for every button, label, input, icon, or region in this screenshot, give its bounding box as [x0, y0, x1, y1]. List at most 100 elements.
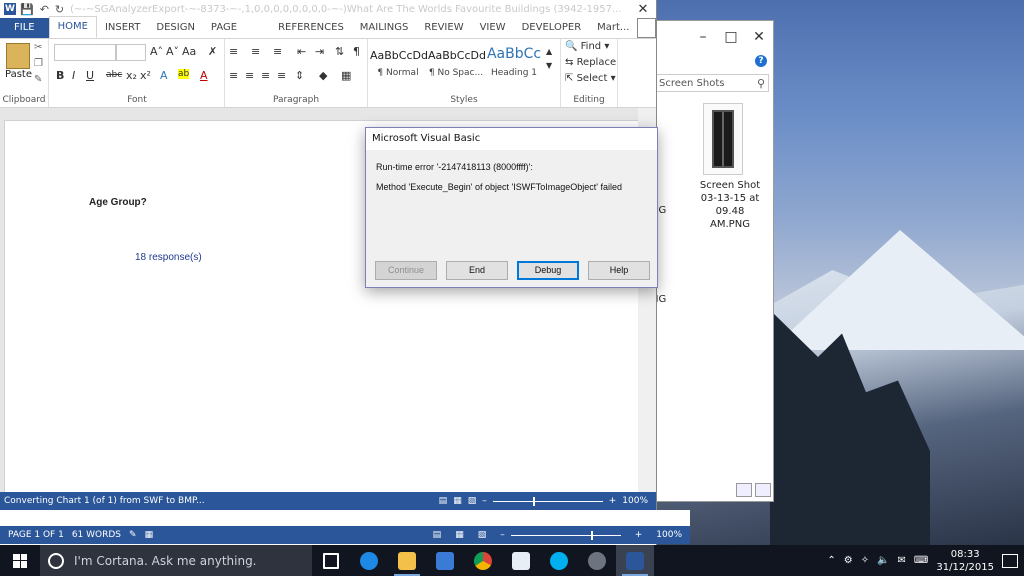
underline-icon[interactable]: U — [86, 69, 94, 82]
proofing-icon[interactable]: ✎ — [129, 530, 137, 540]
volume-icon[interactable]: 🔈 — [877, 555, 889, 566]
read-mode-icon[interactable]: ▤ — [439, 496, 448, 506]
zoom-out-icon[interactable]: – — [482, 496, 487, 506]
zoom-slider[interactable] — [510, 530, 621, 540]
shrink-font-icon[interactable]: A˅ — [166, 45, 179, 58]
style-normal[interactable]: AaBbCcDd ¶ Normal — [370, 43, 428, 87]
tab-developer[interactable]: DEVELOPER — [514, 18, 590, 38]
tab-review[interactable]: REVIEW — [416, 18, 471, 38]
help-icon[interactable]: ? — [755, 55, 767, 67]
align-right-icon[interactable]: ≡ — [261, 69, 270, 82]
tab-page-layout[interactable]: PAGE LAYOUT — [203, 18, 270, 53]
continue-button[interactable]: Continue — [375, 261, 437, 280]
find-button[interactable]: 🔍 Find ▾ — [565, 41, 609, 52]
save-icon[interactable]: 💾 — [20, 3, 34, 16]
font-name-input[interactable] — [54, 44, 116, 61]
print-layout-icon[interactable]: ▦ — [455, 530, 464, 540]
zoom-in-icon[interactable]: + — [609, 496, 617, 506]
action-center-icon[interactable] — [1002, 553, 1018, 568]
redo-icon[interactable]: ↻ — [55, 3, 64, 16]
bullets-icon[interactable]: ≡ — [229, 45, 238, 58]
copy-icon[interactable]: ❐ — [34, 58, 43, 69]
zoom-level[interactable]: 100% — [656, 530, 682, 540]
decrease-indent-icon[interactable]: ⇤ — [297, 45, 306, 58]
grow-font-icon[interactable]: A˄ — [150, 45, 163, 58]
page-count[interactable]: PAGE 1 OF 1 — [8, 530, 64, 540]
macro-icon[interactable]: ▦ — [145, 530, 154, 540]
help-button[interactable]: Help — [588, 261, 650, 280]
styles-scroll-down-icon[interactable]: ▼ — [546, 61, 552, 70]
print-layout-icon[interactable]: ▦ — [453, 496, 462, 506]
tab-references[interactable]: REFERENCES — [270, 18, 352, 38]
tray-app-icon[interactable]: ⚙ — [844, 555, 853, 566]
strikethrough-icon[interactable]: abc — [106, 70, 122, 80]
zoom-level[interactable]: 100% — [622, 496, 648, 506]
account-name[interactable]: Mart... — [589, 18, 637, 38]
justify-icon[interactable]: ≡ — [277, 69, 286, 82]
align-center-icon[interactable]: ≡ — [245, 69, 254, 82]
large-icons-view-icon[interactable] — [755, 483, 771, 497]
debug-button[interactable]: Debug — [517, 261, 579, 280]
show-marks-icon[interactable]: ¶ — [353, 45, 360, 58]
numbering-icon[interactable]: ≡ — [251, 45, 260, 58]
paste-button[interactable]: Paste — [5, 69, 32, 80]
replace-button[interactable]: ⇆ Replace — [565, 57, 616, 68]
file-thumbnail[interactable] — [703, 103, 743, 175]
web-layout-icon[interactable]: ▧ — [478, 530, 487, 540]
edge-button[interactable] — [350, 545, 388, 576]
task-view-button[interactable] — [312, 545, 350, 576]
font-color-icon[interactable]: A — [200, 69, 208, 82]
sort-icon[interactable]: ⇅ — [335, 45, 344, 58]
minimize-button[interactable]: – — [689, 22, 717, 52]
file-caption[interactable]: Screen Shot 03-13-15 at 09.48 AM.PNG — [695, 179, 765, 231]
clock[interactable]: 08:33 31/12/2015 — [936, 548, 994, 574]
details-view-icon[interactable] — [736, 483, 752, 497]
maximize-button[interactable]: □ — [717, 22, 745, 52]
font-size-input[interactable] — [116, 44, 146, 61]
read-mode-icon[interactable]: ▤ — [433, 530, 442, 540]
highlight-icon[interactable]: ab — [178, 69, 190, 79]
text-effects-icon[interactable]: A — [160, 69, 168, 82]
style-heading-1[interactable]: AaBbCc Heading 1 — [486, 43, 542, 87]
skype-button[interactable] — [540, 545, 578, 576]
word-taskbar-button[interactable] — [616, 545, 654, 576]
format-painter-icon[interactable]: ✎ — [34, 74, 42, 85]
tab-view[interactable]: VIEW — [472, 18, 514, 38]
shading-icon[interactable]: ◆ — [319, 69, 327, 82]
styles-scroll-up-icon[interactable]: ▲ — [546, 47, 552, 56]
zoom-knob[interactable] — [532, 496, 535, 506]
web-layout-icon[interactable]: ▧ — [468, 496, 477, 506]
keyboard-icon[interactable]: ⌨ — [914, 555, 928, 566]
align-left-icon[interactable]: ≡ — [229, 69, 238, 82]
close-button[interactable]: ✕ — [745, 22, 773, 52]
bold-icon[interactable]: B — [56, 69, 64, 82]
tab-mailings[interactable]: MAILINGS — [352, 18, 417, 38]
end-button[interactable]: End — [446, 261, 508, 280]
zoom-knob[interactable] — [590, 530, 593, 540]
wifi-icon[interactable]: ✧ — [861, 555, 869, 566]
start-button[interactable] — [0, 545, 40, 576]
cortana-search[interactable]: I'm Cortana. Ask me anything. — [40, 545, 312, 576]
store-button[interactable] — [426, 545, 464, 576]
borders-icon[interactable]: ▦ — [341, 69, 351, 82]
superscript-icon[interactable]: x² — [140, 69, 151, 82]
clear-format-icon[interactable]: ✗ — [208, 45, 217, 58]
media-button[interactable] — [578, 545, 616, 576]
tab-home[interactable]: HOME — [48, 16, 97, 38]
line-spacing-icon[interactable]: ⇕ — [295, 69, 304, 82]
zoom-out-icon[interactable]: – — [500, 530, 505, 540]
change-case-icon[interactable]: Aa — [182, 45, 196, 58]
cut-icon[interactable]: ✂ — [34, 42, 42, 53]
message-icon[interactable]: ✉ — [898, 555, 906, 566]
italic-icon[interactable]: I — [72, 69, 75, 82]
app-button[interactable] — [502, 545, 540, 576]
subscript-icon[interactable]: x₂ — [126, 69, 137, 82]
paste-icon[interactable] — [6, 43, 30, 69]
search-input[interactable]: Screen Shots ⚲ — [655, 74, 769, 92]
select-button[interactable]: ⇱ Select ▾ — [565, 73, 616, 84]
show-hidden-icon[interactable]: ⌃ — [827, 555, 835, 566]
zoom-slider[interactable] — [492, 496, 603, 506]
file-explorer-button[interactable] — [388, 545, 426, 576]
zoom-in-icon[interactable]: + — [635, 530, 643, 540]
word-count[interactable]: 61 WORDS — [72, 530, 121, 540]
